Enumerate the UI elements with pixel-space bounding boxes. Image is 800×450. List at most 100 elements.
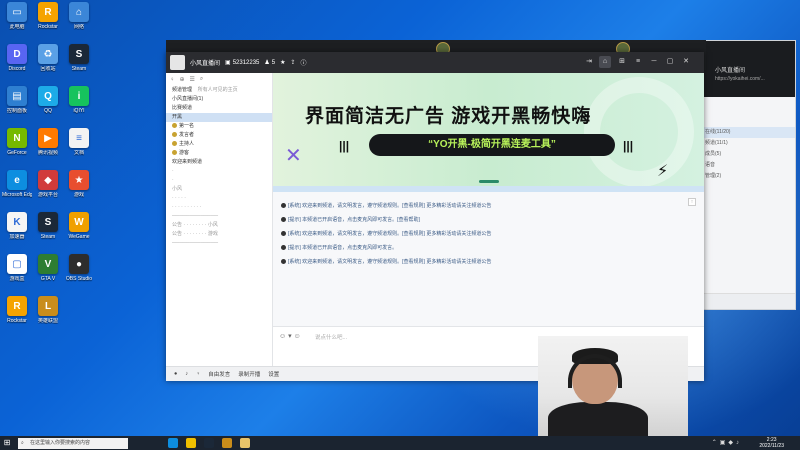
sidebar-tool-icon[interactable]: ☰ [190, 76, 195, 83]
channel-tree-item[interactable]: 小风 [166, 185, 272, 194]
channel-tree-item[interactable]: 游客 [166, 149, 272, 158]
search-placeholder: 在这里输入你要搜索的内容 [30, 439, 91, 446]
clock[interactable]: 2:23 2022/11/23 [759, 437, 784, 449]
side-chat-row[interactable]: 频道(11/1) [701, 138, 795, 149]
desktop-shortcut[interactable]: D Discord [2, 44, 32, 72]
taskbar-app-icon[interactable] [204, 438, 214, 448]
channel-tree-item[interactable]: 公告 · · · · · · · · 小风 [166, 221, 272, 230]
sidebar-tool-icon[interactable]: ⌕ [200, 76, 203, 83]
banner-title: 界面简洁无广告 游戏开黑畅快嗨 [305, 106, 592, 127]
chat-message-text: [系统] 欢迎来到频道，请文明发言，遵守频道规则。[查看规则] 更多精彩活动请关… [288, 259, 492, 265]
desktop-shortcut[interactable]: ⌂ 网络 [64, 2, 94, 30]
share-icon[interactable]: ⇪ [291, 59, 296, 66]
side-chat-row[interactable]: 在线(11/20) [701, 127, 795, 138]
channel-tree-item[interactable]: 比赛频道 [166, 104, 272, 113]
desktop-shortcut[interactable]: ▶ 腾讯视频 [33, 128, 63, 156]
record-button[interactable]: 录制开播 [238, 370, 260, 378]
chat-area: ↑ [系统] 欢迎来到频道，请文明发言，遵守频道规则。[查看规则] 更多精彩活动… [273, 192, 704, 326]
desktop-shortcut[interactable]: ◆ 游戏平台 [33, 170, 63, 198]
channel-tree-label: 第一名 [179, 123, 195, 129]
side-chat-toolbar[interactable] [701, 293, 795, 309]
promo-banner[interactable]: 界面简洁无广告 游戏开黑畅快嗨 “YO开黑-极简开黑连麦工具” ||| ||| … [273, 73, 704, 186]
channel-tree-item[interactable]: 第一名 [166, 122, 272, 131]
desktop-shortcut[interactable]: ● OBS Studio [64, 254, 94, 282]
channel-header-right: 所有人可见的主页 [197, 87, 238, 93]
app-logo-icon [170, 55, 185, 70]
channel-tree-item[interactable]: 主持人 [166, 140, 272, 149]
taskbar-app-icon[interactable] [186, 438, 196, 448]
desktop-shortcut-label: 游戏平台 [37, 192, 58, 198]
channel-tree-item[interactable]: ───────────── [166, 239, 272, 248]
desktop-shortcut-label: Rockstar [38, 24, 58, 30]
desktop-shortcut-icon: W [69, 212, 89, 232]
desktop-shortcut[interactable]: S Steam [64, 44, 94, 72]
speaker-icon[interactable]: ♪ [185, 371, 188, 377]
desktop-shortcut[interactable]: ≡ 文档 [64, 128, 94, 156]
desktop-shortcut-label: 游戏 [73, 192, 84, 198]
user-badge-icon [172, 150, 177, 156]
taskbar-app-icon[interactable] [240, 438, 250, 448]
maximize-icon[interactable]: ▢ [664, 56, 676, 68]
room-id: 52312235 [232, 59, 260, 66]
side-chat-row[interactable]: 语音 [701, 160, 795, 171]
yo-voice-window[interactable]: 小风直播间 ▣ 52312235 ♟ 5 ★ ⇪ ⓘ ⇥ ⌂ ⊞ ≡ ─ ▢ ✕… [166, 52, 704, 381]
favorite-icon[interactable]: ★ [280, 59, 285, 66]
desktop-shortcut[interactable]: S Steam [33, 212, 63, 240]
desktop-shortcut[interactable]: Q QQ [33, 86, 63, 114]
sidebar-tool-icon[interactable]: ⊕ [180, 76, 185, 83]
menu-icon[interactable]: ≡ [632, 56, 644, 68]
channel-tree-item[interactable]: 小风直播间(1) [166, 95, 272, 104]
channel-tree-item[interactable]: 公告 · · · · · · · · 游戏 [166, 230, 272, 239]
desktop-shortcut[interactable]: ▤ 控制面板 [2, 86, 32, 114]
desktop-shortcut[interactable]: i iQIYI [64, 86, 94, 114]
home-icon[interactable]: ⌂ [599, 56, 611, 68]
side-chat-row[interactable]: 成员(5) [701, 149, 795, 160]
start-button[interactable]: ⊞ [0, 436, 14, 450]
taskbar-app-icon[interactable] [168, 438, 178, 448]
channel-tree-item[interactable]: · · · · · · · · · · [166, 203, 272, 212]
desktop-shortcut[interactable]: R Rockstar [2, 296, 32, 324]
chat-input[interactable]: 说点什么吧... [315, 333, 347, 341]
scroll-top-button[interactable]: ↑ [688, 198, 696, 206]
desktop-shortcut[interactable]: R Rockstar [33, 2, 63, 30]
channel-tree-item[interactable]: · [166, 167, 272, 176]
desktop-shortcut[interactable]: ▭ 此电脑 [2, 2, 32, 30]
desktop-shortcut[interactable]: V GTA V [33, 254, 63, 282]
desktop-shortcut[interactable]: e Microsoft Edge [2, 170, 32, 198]
side-chat-window[interactable]: 小风直播间 https://yokaihei.com/... 在线(11/20)… [700, 40, 796, 310]
side-chat-row[interactable]: 管理(2) [701, 171, 795, 182]
streamer-body [548, 402, 648, 436]
desktop-shortcut[interactable]: ▢ 游戏盒 [2, 254, 32, 282]
system-tray[interactable]: ⌃▣◆♪ [712, 439, 742, 446]
settings-button[interactable]: 设置 [268, 370, 279, 378]
emoji-icon[interactable]: ☺ ▾ ☺ [279, 332, 301, 340]
info-icon[interactable]: ⓘ [301, 58, 307, 67]
channel-tree-item[interactable]: 发言者 [166, 131, 272, 140]
close-icon[interactable]: ✕ [680, 56, 692, 68]
desktop-shortcut[interactable]: K 加速器 [2, 212, 32, 240]
gamepad-icon[interactable]: ⊞ [616, 56, 628, 68]
channel-tree-item[interactable]: ───────────── [166, 212, 272, 221]
banner-pager[interactable] [479, 180, 499, 183]
desktop-shortcut-label: 加速器 [9, 234, 25, 240]
desktop-shortcut[interactable]: ♻ 回收站 [33, 44, 63, 72]
desktop-shortcut[interactable]: W WeGame [64, 212, 94, 240]
sound-wave-icon: ||| [339, 139, 350, 153]
channel-tree-item[interactable]: · · · · · [166, 194, 272, 203]
channel-tree-item[interactable]: · [166, 176, 272, 185]
sidebar-tool-icon[interactable]: ♀ [170, 77, 175, 83]
desktop-shortcut-label: Steam [40, 234, 56, 240]
desktop-shortcut[interactable]: ★ 游戏 [64, 170, 94, 198]
chat-message: [提示] 本频道已开启语音，点击麦克风即可发言。[查看帮助] [281, 216, 420, 223]
mic-mode-button[interactable]: 自由发言 [208, 370, 230, 378]
mic-icon[interactable]: ♀ [196, 371, 200, 377]
desktop-shortcut[interactable]: N GeForce [2, 128, 32, 156]
channel-tree-item[interactable]: 开黑 [166, 113, 272, 122]
taskbar-search[interactable]: ⌕ 在这里输入你要搜索的内容 [18, 437, 128, 449]
taskbar-app-icon[interactable] [222, 438, 232, 448]
screen-share-icon[interactable]: ⇥ [583, 56, 595, 68]
minimize-icon[interactable]: ─ [648, 56, 660, 68]
desktop-shortcut[interactable]: L 英雄联盟 [33, 296, 63, 324]
avatar[interactable]: ● [174, 371, 177, 377]
channel-tree-item[interactable]: 欢迎来到频道 [166, 158, 272, 167]
